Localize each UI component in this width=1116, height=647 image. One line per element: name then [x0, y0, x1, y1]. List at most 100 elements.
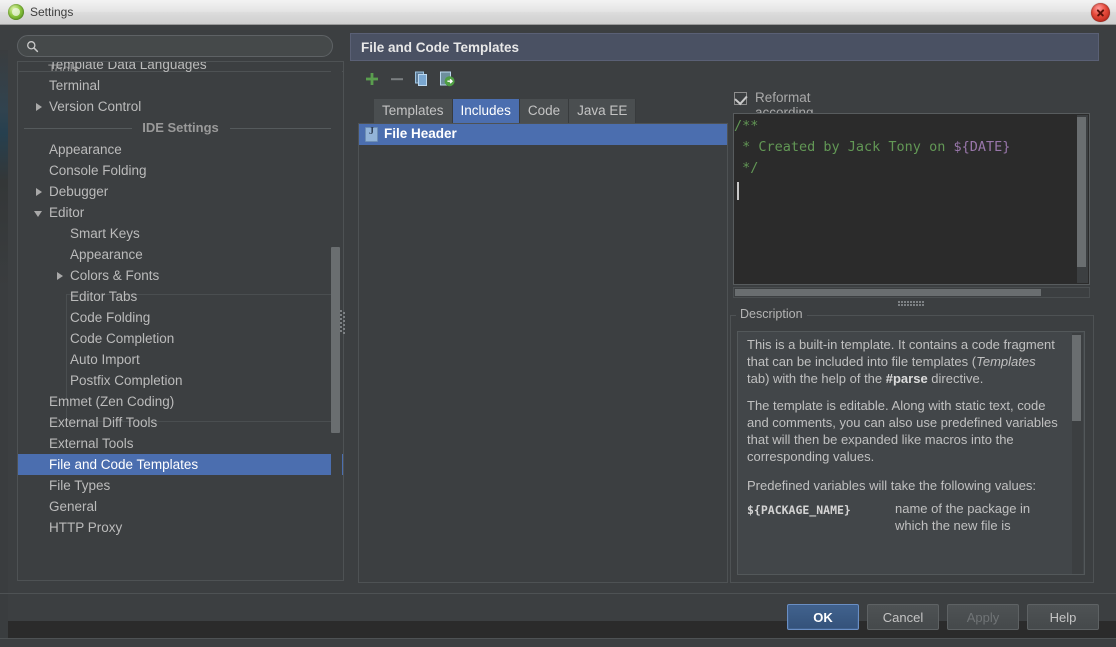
grip-dot: [916, 304, 918, 306]
template-code-editor[interactable]: /** * Created by Jack Tony on ${DATE} */: [733, 113, 1090, 285]
add-template-button[interactable]: [362, 69, 382, 89]
settings-window: Settings Tools Template Data Languages Te…: [0, 0, 1116, 647]
splitter-dot: [340, 330, 342, 332]
sidebar-item-label: Appearance: [49, 142, 122, 157]
close-icon[interactable]: [1091, 3, 1110, 22]
sidebar-item-file-types[interactable]: File Types: [18, 475, 343, 496]
splitter-dot: [343, 324, 345, 326]
sidebar-item-label: Code Folding: [70, 310, 151, 325]
splitter-dot: [343, 332, 345, 334]
java-file-icon: [365, 126, 378, 142]
splitter-dot: [343, 312, 345, 314]
sidebar-item-colors-fonts[interactable]: Colors & Fonts: [18, 265, 343, 286]
description-group: Description This is a built-in template.…: [730, 307, 1094, 583]
code-token-comment: */: [734, 160, 759, 176]
sidebar-item-label: Debugger: [49, 184, 109, 199]
ok-button[interactable]: OK: [787, 604, 859, 630]
description-scrollbar-track[interactable]: [1072, 333, 1083, 574]
chevron-right-icon[interactable]: [36, 188, 42, 196]
editor-resize-grip[interactable]: [898, 301, 924, 306]
sidebar-item-editor[interactable]: Editor: [18, 202, 343, 223]
tab-code[interactable]: Code: [519, 99, 570, 123]
editor-hscrollbar-thumb[interactable]: [735, 289, 1041, 296]
cancel-button[interactable]: Cancel: [867, 604, 939, 630]
file-and-code-templates-panel: File and Code Templates Templates Includ…: [350, 33, 1106, 583]
tab-java-ee[interactable]: Java EE: [569, 99, 637, 123]
template-code-text[interactable]: /** * Created by Jack Tony on ${DATE} */: [734, 116, 1074, 179]
sidebar-item-terminal[interactable]: Terminal: [18, 75, 343, 96]
search-input[interactable]: [44, 38, 328, 57]
grip-dot: [910, 301, 912, 303]
sidebar-item-external-diff-tools[interactable]: External Diff Tools: [18, 412, 343, 433]
grip-dot: [898, 301, 900, 303]
sidebar-item-label: Editor: [49, 205, 85, 220]
chevron-right-icon[interactable]: [57, 272, 63, 280]
sidebar-item-label: Auto Import: [70, 352, 140, 367]
description-box[interactable]: This is a built-in template. It contains…: [737, 331, 1085, 575]
list-item[interactable]: File Header: [359, 124, 727, 145]
sidebar-item-external-tools[interactable]: External Tools: [18, 433, 343, 454]
sidebar-item-http-proxy[interactable]: HTTP Proxy: [18, 517, 343, 538]
editor-vscrollbar-thumb[interactable]: [1077, 117, 1086, 267]
chevron-down-icon[interactable]: [34, 211, 42, 217]
sidebar-item-appearance[interactable]: Appearance: [18, 244, 343, 265]
splitter-dot: [343, 328, 345, 330]
chevron-right-icon[interactable]: [36, 103, 42, 111]
sidebar-item-version-control[interactable]: Version Control: [18, 96, 343, 117]
search-field[interactable]: [17, 35, 333, 57]
sidebar-item-label: Editor Tabs: [70, 289, 138, 304]
sidebar-item-editor-tabs[interactable]: Editor Tabs: [18, 286, 343, 307]
description-paragraph: The template is editable. Along with sta…: [747, 398, 1058, 464]
code-line: */: [734, 158, 1074, 179]
sidebar-item-file-and-code-templates[interactable]: File and Code Templates: [18, 454, 343, 475]
variable-meaning: name of the package in which the new fil…: [895, 501, 1031, 533]
page-title: File and Code Templates: [361, 40, 520, 55]
sidebar-item-debugger[interactable]: Debugger: [18, 181, 343, 202]
sidebar-item-smart-keys[interactable]: Smart Keys: [18, 223, 343, 244]
template-editor-column: Reformat according to style /** * Create…: [730, 89, 1099, 583]
plus-icon: [366, 73, 378, 85]
help-button[interactable]: Help: [1027, 604, 1099, 630]
sidebar-scrollbar-thumb[interactable]: [331, 247, 340, 433]
sidebar-item-code-completion[interactable]: Code Completion: [18, 328, 343, 349]
description-paragraph: Predefined variables will take the follo…: [747, 478, 1037, 493]
sidebar-section-label: IDE Settings: [136, 120, 225, 135]
clone-template-button[interactable]: [437, 69, 457, 89]
sidebar-item-appearance[interactable]: Appearance: [18, 139, 343, 160]
code-line: * Created by Jack Tony on ${DATE}: [734, 137, 1074, 158]
sidebar-item-general[interactable]: General: [18, 496, 343, 517]
sidebar-item-label: External Diff Tools: [49, 415, 158, 430]
editor-hscrollbar-track[interactable]: [733, 287, 1090, 298]
sidebar-item-console-folding[interactable]: Console Folding: [18, 160, 343, 181]
sidebar-item-postfix-completion[interactable]: Postfix Completion: [18, 370, 343, 391]
grip-dot: [913, 301, 915, 303]
sidebar-item-template-data-languages[interactable]: Template Data Languages: [18, 62, 343, 75]
editor-vscrollbar-track[interactable]: [1077, 115, 1088, 283]
list-item-label: File Header: [384, 126, 457, 141]
sidebar-item-label: File Types: [49, 478, 111, 493]
sidebar-item-label: External Tools: [49, 436, 134, 451]
splitter-dot: [340, 326, 342, 328]
description-scrollbar-thumb[interactable]: [1072, 335, 1081, 421]
window-bottom-edge: [0, 638, 1116, 647]
grip-dot: [904, 301, 906, 303]
ide-logo-icon: [8, 4, 24, 20]
templates-list-panel[interactable]: File Header: [358, 123, 728, 583]
sidebar-item-code-folding[interactable]: Code Folding: [18, 307, 343, 328]
checkbox-checked-icon[interactable]: [734, 92, 747, 105]
remove-template-button[interactable]: [387, 69, 407, 89]
copy-template-button[interactable]: [412, 69, 432, 89]
grip-dot: [901, 301, 903, 303]
sidebar-item-auto-import[interactable]: Auto Import: [18, 349, 343, 370]
grip-dot: [919, 304, 921, 306]
code-line: /**: [734, 116, 1074, 137]
sidebar-item-emmet-zen-coding[interactable]: Emmet (Zen Coding): [18, 391, 343, 412]
grip-dot: [910, 304, 912, 306]
tab-includes[interactable]: Includes: [452, 99, 520, 123]
panel-splitter-handle[interactable]: [340, 310, 348, 334]
tab-templates[interactable]: Templates: [374, 99, 453, 123]
settings-tree: Template Data Languages Terminal Version C…: [18, 62, 343, 538]
code-token-comment: * Created by Jack Tony on: [734, 139, 954, 155]
description-text: This is a built-in template. It contains…: [747, 336, 1059, 534]
sidebar-item-label: Emmet (Zen Coding): [49, 394, 175, 409]
